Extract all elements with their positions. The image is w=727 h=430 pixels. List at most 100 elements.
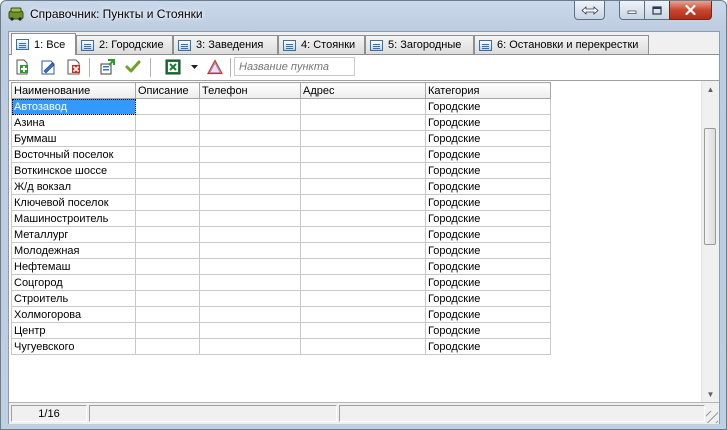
tab-stops-intersections[interactable]: 6: Остановки и перекрестки (474, 35, 649, 54)
table-cell[interactable] (199, 130, 301, 147)
table-cell[interactable]: Городские (425, 290, 551, 307)
table-cell[interactable] (199, 258, 301, 275)
table-cell[interactable] (300, 130, 426, 147)
minimize-button[interactable] (619, 1, 645, 20)
tab-suburban[interactable]: 5: Загородные (365, 35, 474, 54)
table-row[interactable]: Машиностроитель Городские (11, 210, 551, 227)
table-cell[interactable] (300, 226, 426, 243)
table-row[interactable]: Нефтемаш Городские (11, 258, 551, 275)
table-cell[interactable] (199, 306, 301, 323)
table-cell[interactable] (135, 242, 200, 259)
table-cell[interactable] (135, 178, 200, 195)
title-bar[interactable]: Справочник: Пункты и Стоянки (1, 1, 726, 29)
table-cell[interactable] (135, 258, 200, 275)
table-cell[interactable]: Городские (425, 322, 551, 339)
table-cell[interactable]: Автозавод (11, 98, 136, 115)
scroll-down-arrow-icon[interactable]: ▼ (702, 386, 719, 403)
column-header[interactable]: Адрес (300, 82, 426, 99)
table-cell[interactable] (199, 146, 301, 163)
table-cell[interactable]: Машиностроитель (11, 210, 136, 227)
table-cell[interactable] (300, 194, 426, 211)
table-cell[interactable]: Ключевой поселок (11, 194, 136, 211)
table-cell[interactable] (199, 322, 301, 339)
table-row[interactable]: Металлург Городские (11, 226, 551, 243)
table-cell[interactable]: Восточный поселок (11, 146, 136, 163)
excel-export-icon[interactable] (165, 59, 181, 75)
table-cell[interactable] (199, 210, 301, 227)
table-cell[interactable]: Городские (425, 226, 551, 243)
table-cell[interactable] (135, 306, 200, 323)
table-cell[interactable] (135, 290, 200, 307)
table-cell[interactable] (300, 290, 426, 307)
table-cell[interactable] (199, 274, 301, 291)
table-cell[interactable]: Городские (425, 178, 551, 195)
table-cell[interactable] (199, 290, 301, 307)
table-cell[interactable]: Городские (425, 210, 551, 227)
table-cell[interactable] (300, 322, 426, 339)
delete-record-icon[interactable] (66, 59, 82, 75)
table-cell[interactable]: Городские (425, 130, 551, 147)
table-cell[interactable]: Буммаш (11, 130, 136, 147)
close-button[interactable] (669, 1, 712, 20)
table-cell[interactable]: Холмогорова (11, 306, 136, 323)
table-cell[interactable] (135, 130, 200, 147)
table-cell[interactable]: Центр (11, 322, 136, 339)
table-cell[interactable] (300, 210, 426, 227)
scroll-thumb[interactable] (704, 128, 716, 245)
table-cell[interactable] (135, 98, 200, 115)
table-cell[interactable] (135, 146, 200, 163)
table-cell[interactable] (300, 146, 426, 163)
table-cell[interactable] (199, 98, 301, 115)
table-cell[interactable]: Городские (425, 98, 551, 115)
table-cell[interactable]: Азина (11, 114, 136, 131)
table-cell[interactable] (300, 178, 426, 195)
table-cell[interactable]: Соцгород (11, 274, 136, 291)
table-cell[interactable]: Строитель (11, 290, 136, 307)
table-cell[interactable]: Городские (425, 194, 551, 211)
table-cell[interactable] (135, 162, 200, 179)
table-cell[interactable]: Нефтемаш (11, 258, 136, 275)
table-cell[interactable]: Городские (425, 258, 551, 275)
table-row[interactable]: Молодежная Городские (11, 242, 551, 259)
edit-record-icon[interactable] (40, 59, 56, 75)
table-row[interactable]: Воткинское шоссе Городские (11, 162, 551, 179)
table-cell[interactable] (300, 274, 426, 291)
table-cell[interactable] (199, 338, 301, 355)
table-cell[interactable] (300, 98, 426, 115)
table-cell[interactable] (199, 114, 301, 131)
table-cell[interactable] (300, 242, 426, 259)
resize-grip[interactable] (706, 411, 718, 423)
column-header[interactable]: Телефон (199, 82, 301, 99)
table-row[interactable]: Чугуевского Городские (11, 338, 551, 355)
warning-triangle-icon[interactable] (207, 59, 223, 75)
column-header[interactable]: Наименование (11, 82, 136, 99)
table-cell[interactable] (300, 114, 426, 131)
table-cell[interactable] (135, 210, 200, 227)
table-cell[interactable] (300, 258, 426, 275)
tab-city[interactable]: 2: Городские (76, 35, 173, 54)
table-cell[interactable]: Городские (425, 338, 551, 355)
column-header[interactable]: Описание (135, 82, 200, 99)
scroll-up-arrow-icon[interactable]: ▲ (702, 81, 719, 98)
table-cell[interactable]: Ж/д вокзал (11, 178, 136, 195)
table-row[interactable]: Холмогорова Городские (11, 306, 551, 323)
table-cell[interactable]: Городские (425, 306, 551, 323)
maximize-button[interactable] (644, 1, 670, 20)
table-cell[interactable] (135, 274, 200, 291)
table-row[interactable]: Азина Городские (11, 114, 551, 131)
table-row[interactable]: Буммаш Городские (11, 130, 551, 147)
table-row[interactable]: Восточный поселок Городские (11, 146, 551, 163)
restore-layout-button[interactable] (574, 1, 605, 20)
vertical-scrollbar[interactable]: ▲ ▼ (701, 81, 719, 403)
table-row[interactable]: Ключевой поселок Городские (11, 194, 551, 211)
tab-all[interactable]: 1: Все (11, 33, 76, 55)
tab-stands[interactable]: 4: Стоянки (278, 35, 365, 54)
table-row[interactable]: Центр Городские (11, 322, 551, 339)
checkmark-icon[interactable] (125, 59, 141, 75)
tab-venues[interactable]: 3: Заведения (173, 35, 278, 54)
table-cell[interactable] (300, 338, 426, 355)
properties-icon[interactable] (99, 59, 115, 75)
table-cell[interactable] (135, 194, 200, 211)
column-header[interactable]: Категория (425, 82, 551, 99)
search-input[interactable] (234, 57, 355, 76)
